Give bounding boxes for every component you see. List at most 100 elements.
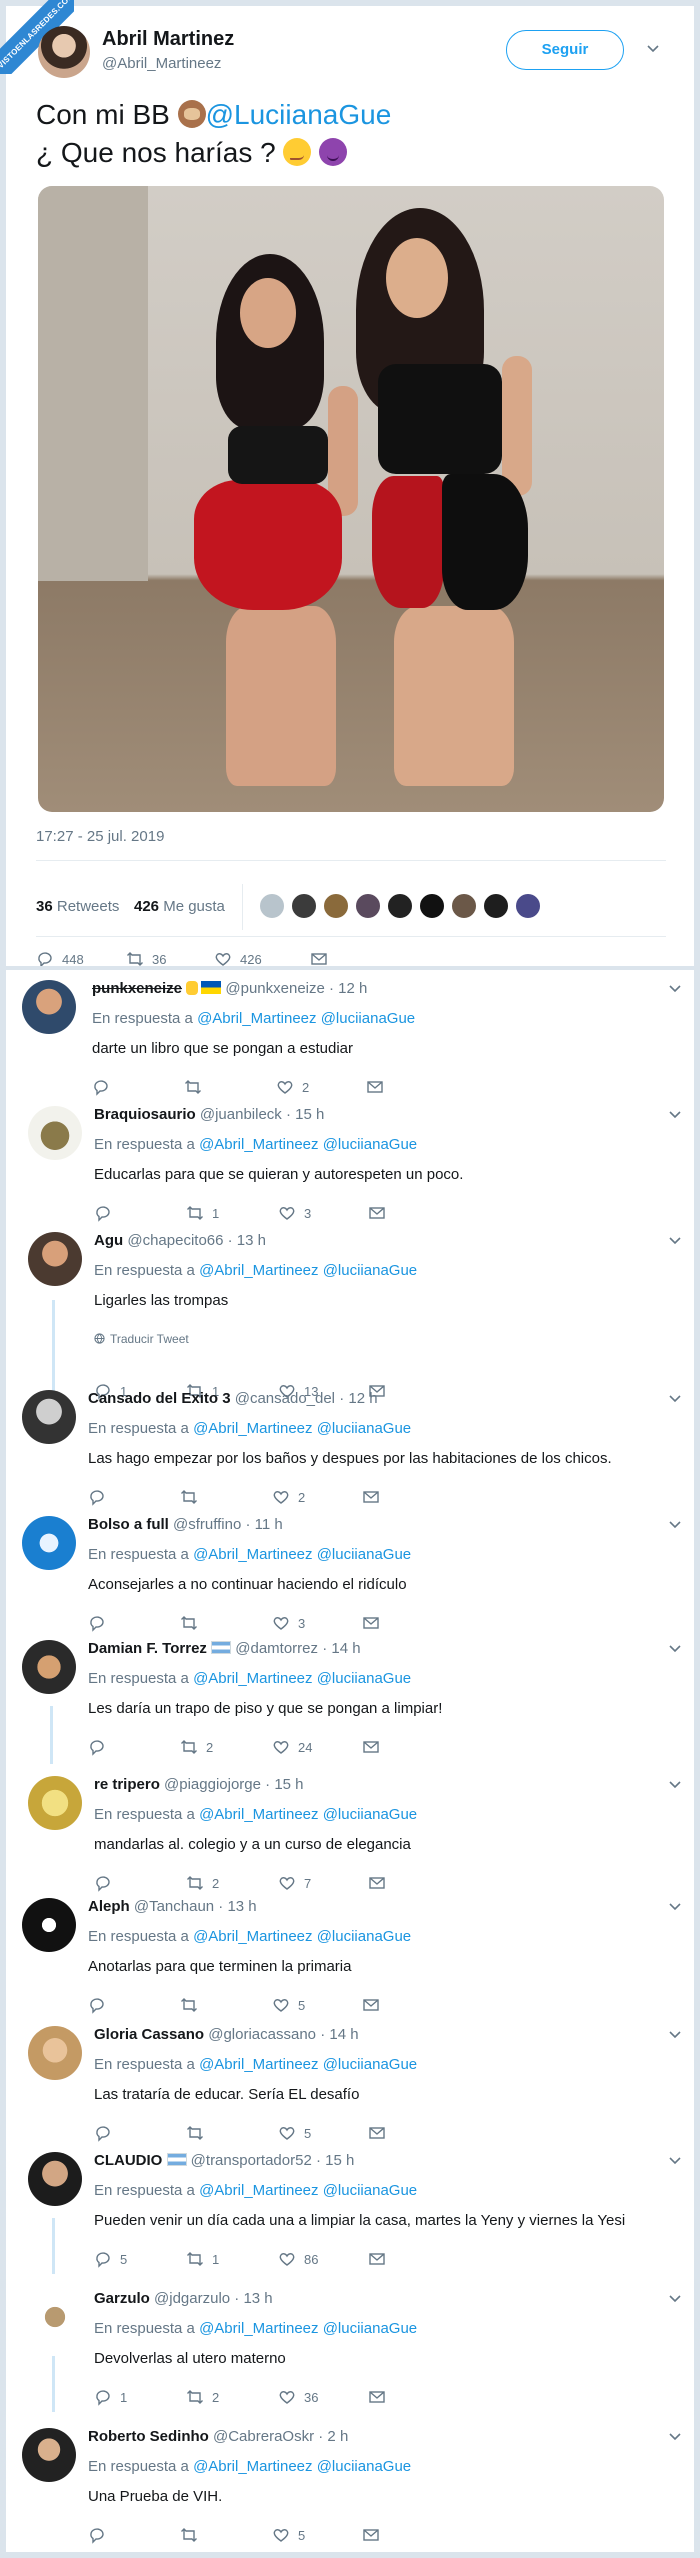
reply-button[interactable] <box>88 1486 114 1508</box>
chevron-down-icon[interactable] <box>646 42 660 56</box>
avatar[interactable] <box>38 26 90 78</box>
message-button[interactable] <box>366 1076 392 1098</box>
reply-time[interactable]: · 12 h <box>339 1390 377 1407</box>
author-name[interactable]: Agu <box>94 1232 123 1249</box>
message-button[interactable] <box>368 2248 394 2270</box>
mention-link[interactable]: @luciianaGue <box>317 1928 411 1945</box>
chevron-down-icon[interactable] <box>668 2154 682 2168</box>
chevron-down-icon[interactable] <box>668 1392 682 1406</box>
author-name[interactable]: re tripero <box>94 1776 160 1793</box>
avatar[interactable] <box>354 892 382 920</box>
message-button[interactable] <box>362 1486 388 1508</box>
reply-author[interactable]: Gloria Cassano @gloriacassano · 14 h <box>94 2026 359 2043</box>
author-name[interactable]: Garzulo <box>94 2290 150 2307</box>
reply-button[interactable] <box>88 1994 114 2016</box>
reply-button[interactable] <box>94 2122 120 2144</box>
mention-link[interactable]: @Abril_Martineez <box>193 1928 312 1945</box>
mention-link[interactable]: @luciianaGue <box>323 2320 417 2337</box>
avatar[interactable] <box>22 2428 76 2482</box>
retweet-button[interactable] <box>180 2524 206 2546</box>
author-name[interactable]: Braquiosaurio <box>94 1106 196 1123</box>
reply-author[interactable]: Garzulo @jdgarzulo · 13 h <box>94 2290 273 2307</box>
avatar[interactable] <box>386 892 414 920</box>
reply-author[interactable]: Aleph @Tanchaun · 13 h <box>88 1898 257 1915</box>
chevron-down-icon[interactable] <box>668 1778 682 1792</box>
retweet-button[interactable]: 2 <box>180 1736 213 1758</box>
author-handle[interactable]: @transportador52 <box>191 2152 312 2169</box>
message-button[interactable] <box>362 1994 388 2016</box>
message-button[interactable] <box>368 2122 394 2144</box>
tweet-timestamp[interactable]: 17:27 - 25 jul. 2019 <box>36 828 164 845</box>
retweet-button[interactable] <box>184 1076 210 1098</box>
mention-link[interactable]: @luciianaGue <box>323 1262 417 1279</box>
author-handle[interactable]: @punkxeneize <box>225 980 324 997</box>
avatar[interactable] <box>28 2152 82 2206</box>
message-button[interactable] <box>362 1736 388 1758</box>
mention-link[interactable]: @Abril_Martineez <box>193 1546 312 1563</box>
author-handle[interactable]: @Tanchaun <box>134 1898 214 1915</box>
author-handle[interactable]: @piaggiojorge <box>164 1776 261 1793</box>
author-name[interactable]: Aleph <box>88 1898 130 1915</box>
avatar[interactable] <box>258 892 286 920</box>
reply-button[interactable] <box>88 1612 114 1634</box>
like-button[interactable]: 36 <box>278 2386 318 2408</box>
avatar[interactable] <box>22 1390 76 1444</box>
author-handle[interactable]: @jdgarzulo <box>154 2290 230 2307</box>
like-button[interactable]: 2 <box>272 1486 305 1508</box>
mention-link[interactable]: @Abril_Martineez <box>199 2320 318 2337</box>
like-button[interactable]: 5 <box>278 2122 311 2144</box>
like-button[interactable]: 3 <box>278 1202 311 1224</box>
author-handle[interactable]: @cansado_del <box>235 1390 335 1407</box>
retweet-button[interactable] <box>180 1612 206 1634</box>
mention-link[interactable]: @Abril_Martineez <box>197 1010 316 1027</box>
avatar[interactable] <box>514 892 542 920</box>
mention-link[interactable]: @luciianaGue <box>317 1420 411 1437</box>
author-name[interactable]: Abril Martinez <box>102 28 234 51</box>
author-name[interactable]: Bolso a full <box>88 1516 169 1533</box>
avatar[interactable] <box>28 2026 82 2080</box>
mention-link[interactable]: @Abril_Martineez <box>199 1136 318 1153</box>
author-handle[interactable]: @CabreraOskr <box>213 2428 314 2445</box>
retweet-button[interactable] <box>180 1486 206 1508</box>
like-button[interactable]: 3 <box>272 1612 305 1634</box>
avatar[interactable] <box>22 1516 76 1570</box>
translate-link[interactable]: Traducir Tweet <box>94 1332 189 1346</box>
follow-button[interactable]: Seguir <box>506 30 624 70</box>
retweet-button[interactable] <box>180 1994 206 2016</box>
message-button[interactable] <box>368 1872 394 1894</box>
mention-link[interactable]: @Abril_Martineez <box>193 1420 312 1437</box>
reply-button[interactable] <box>92 1076 118 1098</box>
mention-link[interactable]: @luciianaGue <box>317 2458 411 2475</box>
retweet-button[interactable]: 2 <box>186 1872 219 1894</box>
mention-link[interactable]: @Abril_Martineez <box>199 1262 318 1279</box>
reply-time[interactable]: · 15 h <box>316 2152 354 2169</box>
reply-author[interactable]: Cansado del Exito 3 @cansado_del · 12 h <box>88 1390 378 1407</box>
reply-time[interactable]: · 15 h <box>265 1776 303 1793</box>
avatar[interactable] <box>22 1898 76 1952</box>
retweet-button[interactable]: 1 <box>186 1202 219 1224</box>
chevron-down-icon[interactable] <box>668 2430 682 2444</box>
reply-author[interactable]: Damian F. Torrez @damtorrez · 14 h <box>88 1640 361 1657</box>
avatar[interactable] <box>22 980 76 1034</box>
avatar[interactable] <box>450 892 478 920</box>
author-handle[interactable]: @damtorrez <box>235 1640 318 1657</box>
author-name[interactable]: Cansado del Exito 3 <box>88 1390 231 1407</box>
reply-button[interactable] <box>94 1202 120 1224</box>
mention-link[interactable]: @Abril_Martineez <box>193 1670 312 1687</box>
message-button[interactable] <box>368 1202 394 1224</box>
reply-author[interactable]: punkxeneize @punkxeneize · 12 h <box>92 980 367 997</box>
reply-time[interactable]: · 13 h <box>234 2290 272 2307</box>
author-name[interactable]: Roberto Sedinho <box>88 2428 209 2445</box>
tweet-photo[interactable] <box>38 186 664 812</box>
reply-time[interactable]: · 11 h <box>246 1516 283 1533</box>
mention-link[interactable]: @Abril_Martineez <box>199 2056 318 2073</box>
mention-link[interactable]: @Abril_Martineez <box>193 2458 312 2475</box>
mention-link[interactable]: @luciianaGue <box>317 1546 411 1563</box>
reply-time[interactable]: · 2 h <box>318 2428 348 2445</box>
avatar[interactable] <box>28 2290 82 2344</box>
avatar[interactable] <box>28 1106 82 1160</box>
reply-time[interactable]: · 12 h <box>329 980 367 997</box>
reply-button[interactable] <box>88 2524 114 2546</box>
chevron-down-icon[interactable] <box>668 1108 682 1122</box>
author-handle[interactable]: @chapecito66 <box>127 1232 223 1249</box>
